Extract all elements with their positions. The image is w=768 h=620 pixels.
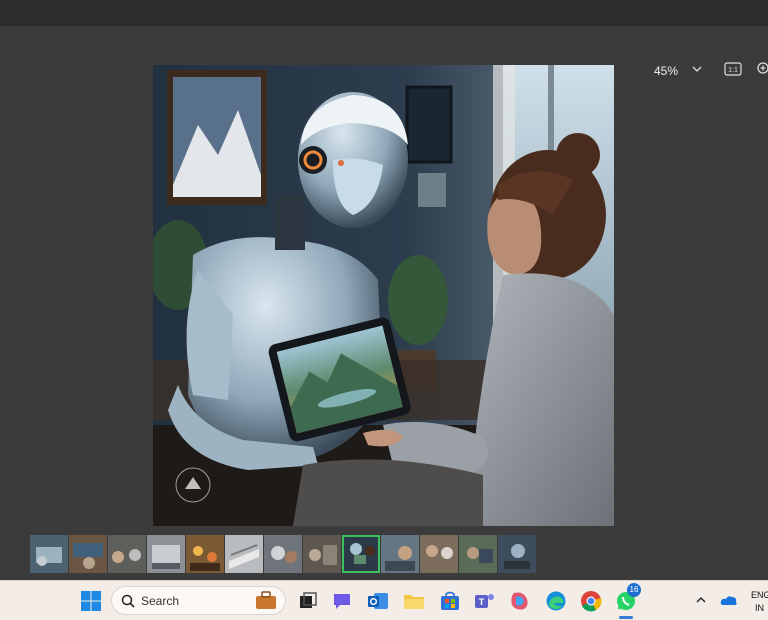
copilot-icon[interactable] [508, 589, 532, 613]
chevron-down-icon[interactable] [690, 62, 704, 76]
thumbnail[interactable] [303, 535, 341, 573]
thumbnail[interactable] [186, 535, 224, 573]
thumbnail[interactable] [498, 535, 536, 573]
robot-and-woman-image [153, 65, 614, 526]
store-icon[interactable] [438, 589, 462, 613]
taskbar: Search T 16 ENG IN [0, 580, 768, 620]
title-bar [0, 0, 768, 26]
search-input[interactable]: Search [111, 586, 286, 615]
chevron-up-icon[interactable] [694, 593, 708, 607]
search-icon [121, 594, 135, 608]
language-indicator-top[interactable]: ENG [751, 590, 768, 600]
briefcase-icon [256, 591, 276, 609]
chrome-icon[interactable] [579, 589, 603, 613]
actual-size-icon[interactable]: 1:1 [724, 62, 742, 76]
thumbnail[interactable] [381, 535, 419, 573]
onedrive-icon[interactable] [720, 593, 738, 607]
file-explorer-icon[interactable] [402, 589, 426, 613]
thumbnail[interactable] [264, 535, 302, 573]
filmstrip [30, 535, 536, 573]
teams-icon[interactable]: T [472, 589, 496, 613]
zoom-in-icon[interactable] [756, 61, 768, 77]
edge-icon[interactable] [544, 589, 568, 613]
actual-size-label: 1:1 [728, 67, 738, 74]
thumbnail[interactable] [69, 535, 107, 573]
thumbnail[interactable] [30, 535, 68, 573]
search-placeholder: Search [141, 594, 180, 608]
thumbnail[interactable] [108, 535, 146, 573]
language-indicator-bottom[interactable]: IN [755, 603, 764, 613]
windows-start-icon[interactable] [79, 589, 103, 613]
main-image [153, 65, 614, 526]
thumbnail[interactable] [420, 535, 458, 573]
thumbnail-selected[interactable] [342, 535, 380, 573]
whatsapp-badge: 16 [627, 583, 641, 597]
thumbnail[interactable] [225, 535, 263, 573]
task-view-icon[interactable] [296, 589, 320, 613]
outlook-icon[interactable] [366, 589, 390, 613]
chat-icon[interactable] [330, 589, 354, 613]
thumbnail[interactable] [147, 535, 185, 573]
viewer-toolbar: 45% 1:1 [0, 26, 768, 78]
svg-text:T: T [479, 597, 485, 607]
thumbnail[interactable] [459, 535, 497, 573]
zoom-level[interactable]: 45% [654, 64, 678, 78]
